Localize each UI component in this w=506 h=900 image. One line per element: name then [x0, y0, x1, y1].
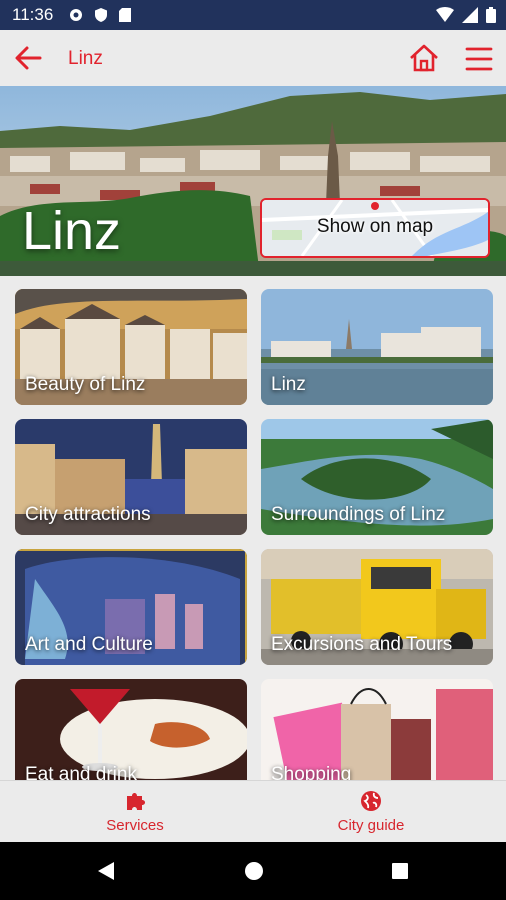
signal-icon [462, 7, 478, 23]
nav-services-label: Services [106, 817, 164, 834]
city-name: Linz [22, 201, 122, 261]
tile-beauty-of-linz[interactable]: Beauty of Linz [15, 289, 247, 405]
back-arrow-icon[interactable] [12, 42, 44, 74]
tile-label: City attractions [25, 504, 151, 525]
tile-label: Excursions and Tours [271, 634, 453, 655]
bottom-navigation: Services City guide [0, 780, 506, 843]
show-on-map-button[interactable]: Show on map [260, 198, 490, 258]
recents-square-icon[interactable] [391, 862, 409, 880]
tile-eat-and-drink[interactable]: Eat and drink [15, 679, 247, 780]
tile-city-attractions[interactable]: City attractions [15, 419, 247, 535]
puzzle-piece-icon [127, 793, 145, 810]
page-title: Linz [68, 48, 103, 69]
system-navigation-bar [0, 842, 506, 900]
tile-art-and-culture[interactable]: Art and Culture [15, 549, 247, 665]
wifi-icon [436, 7, 454, 22]
tile-excursions-and-tours[interactable]: Excursions and Tours [261, 549, 493, 665]
home-circle-icon[interactable] [244, 861, 264, 881]
tile-label: Art and Culture [25, 634, 153, 655]
sd-card-icon [119, 8, 131, 22]
settings-icon [70, 9, 82, 21]
status-bar: 11:36 [0, 0, 506, 30]
home-icon[interactable] [408, 42, 440, 74]
app-bar: Linz [0, 30, 506, 86]
shield-icon [95, 8, 107, 22]
status-time: 11:36 [12, 5, 54, 24]
globe-icon [361, 791, 381, 811]
back-triangle-icon[interactable] [96, 860, 116, 882]
tile-label: Linz [271, 374, 306, 395]
nav-city-guide[interactable]: City guide [291, 789, 451, 834]
tile-surroundings-of-linz[interactable]: Surroundings of Linz [261, 419, 493, 535]
hamburger-menu-icon[interactable] [464, 44, 494, 74]
tile-label: Eat and drink [25, 764, 137, 780]
show-on-map-label: Show on map [316, 216, 434, 237]
battery-icon [486, 7, 496, 23]
nav-city-guide-label: City guide [337, 817, 405, 834]
category-grid: Beauty of Linz Linz City attractions Sur… [0, 276, 506, 780]
tile-shopping[interactable]: Shopping [261, 679, 493, 780]
tile-label: Shopping [271, 764, 352, 780]
tile-linz[interactable]: Linz [261, 289, 493, 405]
tile-label: Surroundings of Linz [271, 504, 446, 525]
tile-label: Beauty of Linz [25, 374, 146, 395]
nav-services[interactable]: Services [55, 789, 215, 834]
